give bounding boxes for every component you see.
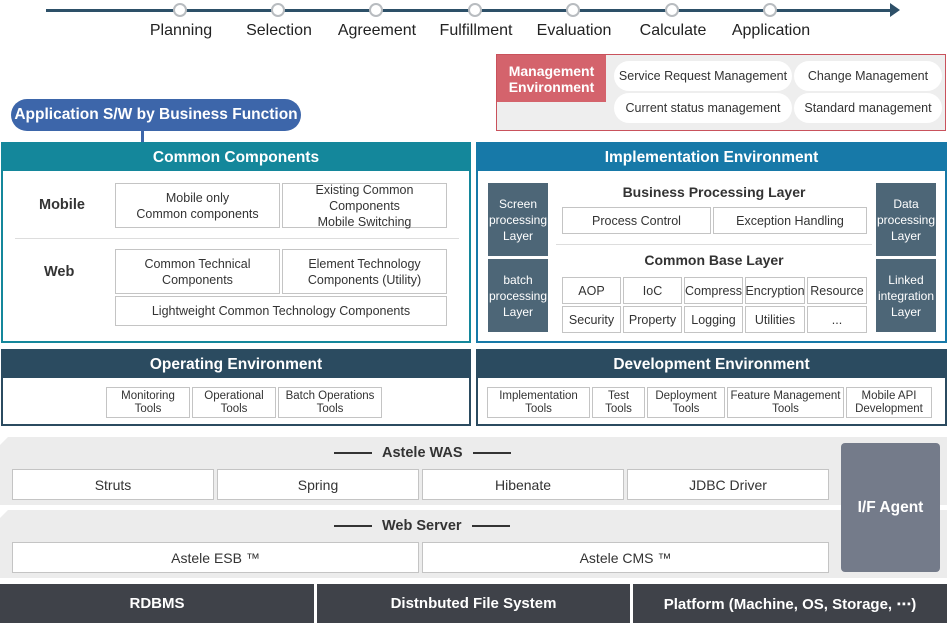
stage-calculate: Calculate bbox=[639, 22, 707, 39]
stage-planning: Planning bbox=[149, 22, 213, 39]
base-platform: Platform (Machine, OS, Storage, ⋯) bbox=[633, 584, 947, 623]
mobile-only-components: Mobile only Common components bbox=[115, 183, 280, 228]
was-hibernate: Hibenate bbox=[422, 469, 624, 500]
timeline-node bbox=[566, 3, 580, 17]
common-components-title: Common Components bbox=[3, 144, 469, 171]
base-logging: Logging bbox=[684, 306, 743, 333]
was-struts: Struts bbox=[12, 469, 214, 500]
batch-operations-tools: Batch Operations Tools bbox=[278, 387, 382, 418]
common-components-panel: Common Components Mobile Mobile only Com… bbox=[1, 142, 471, 343]
base-distributed-file-system: Distnbuted File System bbox=[317, 584, 630, 623]
lightweight-components: Lightweight Common Technology Components bbox=[115, 296, 447, 326]
mgmt-service-request: Service Request Management bbox=[614, 61, 792, 91]
deployment-tools: Deployment Tools bbox=[647, 387, 725, 418]
data-processing-layer: Data processing Layer bbox=[876, 183, 936, 256]
mobile-switching-components: Existing Common Components Mobile Switch… bbox=[282, 183, 447, 229]
linked-integration-layer: Linked integration Layer bbox=[876, 259, 936, 332]
timeline-node bbox=[763, 3, 777, 17]
base-property: Property bbox=[623, 306, 682, 333]
mgmt-change: Change Management bbox=[794, 61, 942, 91]
timeline-node bbox=[665, 3, 679, 17]
operating-environment-panel: Operating Environment Monitoring Tools O… bbox=[1, 349, 471, 426]
implementation-title: Implementation Environment bbox=[478, 144, 945, 171]
web-server-title: Web Server bbox=[334, 518, 510, 534]
was-title: Astele WAS bbox=[334, 445, 511, 461]
operating-environment-title: Operating Environment bbox=[3, 351, 469, 378]
was-title-text: Astele WAS bbox=[382, 445, 463, 461]
arrow-right-icon bbox=[890, 3, 900, 17]
if-agent: I/F Agent bbox=[841, 443, 940, 572]
screen-processing-layer: Screen processing Layer bbox=[488, 183, 548, 256]
business-processing-title: Business Processing Layer bbox=[622, 184, 806, 200]
base-encryption: Encryption bbox=[745, 277, 805, 304]
stage-evaluation: Evaluation bbox=[536, 22, 612, 39]
timeline-node bbox=[369, 3, 383, 17]
mgmt-standard: Standard management bbox=[794, 93, 942, 123]
stage-fulfillment: Fulfillment bbox=[439, 22, 513, 39]
exception-handling: Exception Handling bbox=[713, 207, 867, 234]
mobile-api-development: Mobile API Development bbox=[846, 387, 932, 418]
astele-cms: Astele CMS ™ bbox=[422, 542, 829, 573]
mobile-label: Mobile bbox=[39, 197, 85, 213]
management-environment: Management Environment Service Request M… bbox=[496, 54, 946, 131]
process-control: Process Control bbox=[562, 207, 711, 234]
batch-processing-layer: batch processing Layer bbox=[488, 259, 548, 332]
dash-decoration bbox=[334, 452, 372, 454]
base-resource: Resource bbox=[807, 277, 867, 304]
base-security: Security bbox=[562, 306, 621, 333]
stage-application: Application bbox=[731, 22, 811, 39]
development-environment-title: Development Environment bbox=[478, 351, 945, 378]
dash-decoration bbox=[471, 525, 510, 527]
web-label: Web bbox=[44, 264, 75, 280]
base-compress: Compress bbox=[684, 277, 743, 304]
feature-management-tools: Feature Management Tools bbox=[727, 387, 844, 418]
operational-tools: Operational Tools bbox=[192, 387, 276, 418]
divider bbox=[556, 244, 872, 245]
common-technical-components: Common Technical Components bbox=[115, 249, 280, 294]
element-technology-components: Element Technology Components (Utility) bbox=[282, 249, 447, 294]
base-utilities: Utilities bbox=[745, 306, 805, 333]
web-server-title-text: Web Server bbox=[382, 518, 462, 534]
dash-decoration bbox=[334, 525, 372, 527]
mgmt-current-status: Current status management bbox=[614, 93, 792, 123]
divider bbox=[15, 238, 459, 239]
stage-agreement: Agreement bbox=[337, 22, 417, 39]
monitoring-tools: Monitoring Tools bbox=[106, 387, 190, 418]
base-more: ... bbox=[807, 306, 867, 333]
base-ioc: IoC bbox=[623, 277, 682, 304]
astele-esb: Astele ESB ™ bbox=[12, 542, 419, 573]
test-tools: Test Tools bbox=[592, 387, 645, 418]
was-spring: Spring bbox=[217, 469, 419, 500]
development-environment-panel: Development Environment Implementation T… bbox=[476, 349, 947, 426]
timeline-node bbox=[468, 3, 482, 17]
implementation-panel: Implementation Environment Screen proces… bbox=[476, 142, 947, 343]
timeline-node bbox=[271, 3, 285, 17]
timeline-node bbox=[173, 3, 187, 17]
common-base-title: Common Base Layer bbox=[644, 252, 784, 268]
base-aop: AOP bbox=[562, 277, 621, 304]
implementation-tools: Implementation Tools bbox=[487, 387, 590, 418]
stage-selection: Selection bbox=[246, 22, 312, 39]
management-title: Management Environment bbox=[497, 55, 606, 102]
dash-decoration bbox=[472, 452, 511, 454]
was-jdbc-driver: JDBC Driver bbox=[627, 469, 829, 500]
base-rdbms: RDBMS bbox=[0, 584, 314, 623]
application-sw-badge: Application S/W by Business Function bbox=[11, 99, 301, 131]
